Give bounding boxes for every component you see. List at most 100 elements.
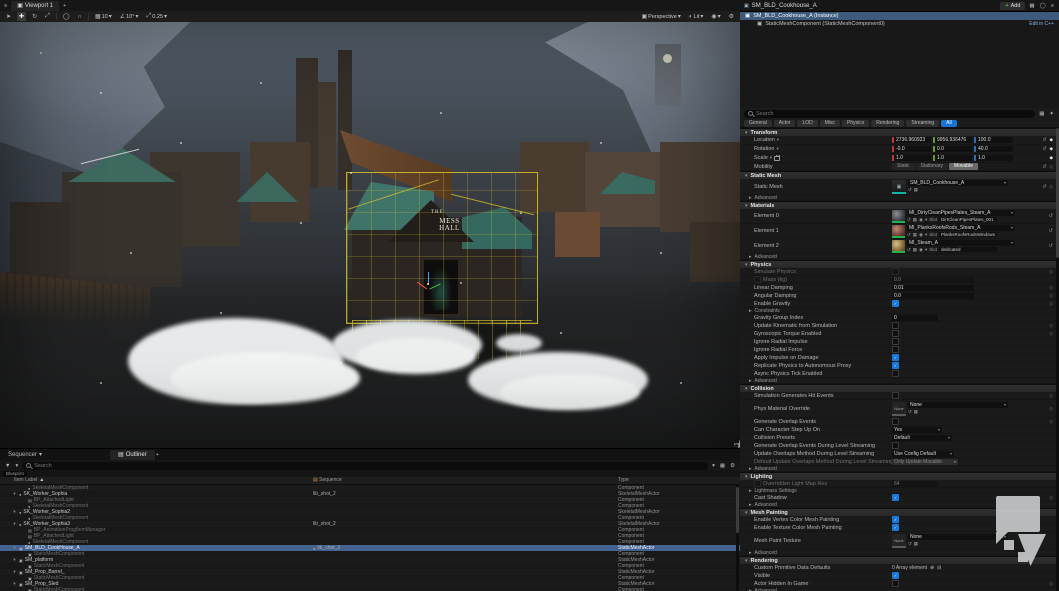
asset-dropdown[interactable]: MI_PlanksRoofsRods_Steam_A▾ <box>907 225 1015 231</box>
copy-icon[interactable]: ▦ <box>719 463 726 469</box>
use-selected-icon[interactable]: ↺ <box>907 217 911 223</box>
details-tab-streaming[interactable]: Streaming <box>906 120 939 127</box>
checkbox[interactable] <box>754 276 761 283</box>
checkbox[interactable]: ✓ <box>892 300 899 307</box>
keyframe-icon[interactable]: ◇ <box>1050 393 1053 399</box>
section-header-lighting[interactable]: ▾Lighting <box>740 472 1056 480</box>
details-search-input[interactable]: Search <box>744 110 1035 118</box>
vector-field-x[interactable]: 1.0 <box>892 155 931 161</box>
asset-thumbnail[interactable]: None <box>892 534 906 548</box>
reset-to-default-icon[interactable]: ↺ <box>1042 164 1046 170</box>
keyframe-icon[interactable]: ◇ <box>1050 406 1053 412</box>
pick-asset-icon[interactable]: ◉ <box>919 232 923 238</box>
vector-field-z[interactable]: 40.0 <box>974 146 1013 152</box>
details-tab-actor[interactable]: Actor <box>774 120 796 127</box>
keyframe-icon[interactable]: ◇ <box>1050 581 1053 587</box>
details-menu-icon[interactable]: ≡ <box>1050 3 1055 9</box>
vector-field-z[interactable]: 100.0 <box>974 137 1013 143</box>
details-tab-rendering[interactable]: Rendering <box>871 120 904 127</box>
asset-dropdown[interactable]: MI_DirtyCleanPipesPlates_Steam_A▾ <box>907 210 1015 216</box>
reset-to-default-icon[interactable]: ↺ <box>1049 228 1053 234</box>
value-field[interactable]: 0.0 <box>892 277 974 283</box>
value-field[interactable]: 0.01 <box>892 285 974 291</box>
component-row-root[interactable]: ▣ SM_BLD_Cookhouse_A (Instance) <box>740 12 1059 20</box>
component-row-staticmesh[interactable]: ▣ StaticMeshComponent (StaticMeshCompone… <box>740 20 1059 28</box>
browse-to-asset-icon[interactable]: ▦ <box>914 187 918 193</box>
chevron-down-icon[interactable]: ▾ <box>925 232 927 238</box>
material-slot-name-field[interactable]: dedicated <box>939 247 997 252</box>
checkbox[interactable] <box>892 346 899 353</box>
section-header-collision[interactable]: ▾Collision <box>740 384 1056 392</box>
outliner-search-input[interactable]: Search <box>22 462 708 470</box>
keyframe-icon[interactable]: ◇ <box>1050 164 1053 170</box>
chevron-down-icon[interactable]: ▾ <box>14 463 19 469</box>
keyframe-icon[interactable]: ◆ <box>1050 137 1053 143</box>
add-component-button[interactable]: + Add <box>1000 2 1025 10</box>
keyframe-icon[interactable]: ◇ <box>1050 495 1053 501</box>
keyframe-icon[interactable]: ◆ <box>1050 146 1053 152</box>
sequencer-collapsed-tab[interactable]: Sequencer ▾ <box>0 451 50 458</box>
checkbox[interactable] <box>892 322 899 329</box>
chevron-down-icon[interactable]: ▾ <box>925 247 927 253</box>
select-tool-icon[interactable]: ➤ <box>4 12 13 21</box>
browse-icon[interactable]: ▦ <box>1028 3 1035 9</box>
use-selected-icon[interactable]: ↺ <box>907 232 911 238</box>
browse-to-asset-icon[interactable]: ▦ <box>914 409 918 415</box>
value-field[interactable]: 64 <box>892 481 938 487</box>
checkbox[interactable] <box>892 580 899 587</box>
material-slot-name-field[interactable]: PlanksRoofsRodsWindows <box>939 232 997 237</box>
surface-snap-icon[interactable]: ∩ <box>76 12 84 21</box>
keyframe-icon[interactable]: ◇ <box>1050 285 1053 291</box>
filter-icon[interactable]: ▼ <box>4 463 11 469</box>
world-icon[interactable]: ◯ <box>1039 3 1047 9</box>
tab-outliner[interactable]: ▤ Outliner <box>110 450 155 460</box>
expander-row-advanced[interactable]: ▸Advanced <box>740 195 1056 201</box>
expander-row-advanced[interactable]: ▸Advanced <box>740 466 1056 472</box>
add-tab-icon[interactable]: + <box>62 3 67 9</box>
details-tab-physics[interactable]: Physics <box>842 120 869 127</box>
asset-dropdown[interactable]: MI_Steam_A▾ <box>907 240 1015 246</box>
details-tab-lod[interactable]: LOD <box>797 120 817 127</box>
checkbox[interactable]: ✓ <box>892 354 899 361</box>
outliner-settings-icon[interactable]: ⚙ <box>729 463 736 469</box>
rotate-tool-icon[interactable]: ↻ <box>30 12 39 21</box>
details-tab-all[interactable]: All <box>941 120 957 127</box>
checkbox[interactable]: ✓ <box>892 494 899 501</box>
viewport-settings-icon[interactable]: ⚙ <box>727 12 736 21</box>
favorites-icon[interactable]: ✦ <box>1048 111 1055 117</box>
viewport-scene[interactable]: THE MESS HALL <box>0 22 740 448</box>
section-header-physics[interactable]: ▾Physics <box>740 260 1056 268</box>
keyframe-icon[interactable]: ◇ <box>1050 269 1053 275</box>
use-selected-icon[interactable]: ↺ <box>908 187 912 193</box>
mobility-option-movable[interactable]: Movable <box>949 163 978 170</box>
asset-dropdown[interactable]: SM_BLD_Cookhouse_A▾ <box>908 180 1008 186</box>
asset-dropdown[interactable]: None▾ <box>908 402 1008 408</box>
vector-field-y[interactable]: 1.0 <box>933 155 972 161</box>
asset-thumbnail[interactable]: ▣ <box>892 180 906 194</box>
checkbox[interactable]: ✓ <box>892 362 899 369</box>
expander-row-advanced[interactable]: ▸Advanced <box>740 254 1056 260</box>
scale-tool-icon[interactable]: ⤢ <box>43 12 52 21</box>
pick-asset-icon[interactable]: ◉ <box>919 247 923 253</box>
rotation-snap-toggle[interactable]: ∠ 10° ▾ <box>118 12 141 21</box>
vector-field-x[interactable]: 2736.960923 <box>892 137 931 143</box>
viewport-menu-icon[interactable]: ≡ <box>3 3 8 9</box>
checkbox[interactable]: ✓ <box>892 572 899 579</box>
outliner-scrollbar-thumb[interactable] <box>736 487 739 533</box>
reset-to-default-icon[interactable]: ↺ <box>1049 213 1053 219</box>
mobility-option-static[interactable]: Static <box>892 163 915 170</box>
translate-tool-icon[interactable]: ✚ <box>17 12 26 21</box>
outliner-scrollbar[interactable] <box>736 485 739 590</box>
checkbox[interactable] <box>892 330 899 337</box>
value-field[interactable]: 0 <box>892 315 938 321</box>
add-tab-icon[interactable]: + <box>155 452 160 458</box>
use-selected-icon[interactable]: ↺ <box>907 247 911 253</box>
dropdown[interactable]: Default▾ <box>892 435 952 441</box>
keyframe-icon[interactable]: ◇ <box>1050 301 1053 307</box>
vector-field-y[interactable]: 9956.936476 <box>933 137 972 143</box>
browse-to-asset-icon[interactable]: ▦ <box>913 232 917 238</box>
dropdown[interactable]: Use Config Default▾ <box>892 451 954 457</box>
checkbox[interactable] <box>892 268 899 275</box>
view-mode-dropdown[interactable]: ◐ Lit ▾ <box>687 12 705 21</box>
tab-viewport-1[interactable]: ▣ Viewport 1 <box>11 1 59 11</box>
